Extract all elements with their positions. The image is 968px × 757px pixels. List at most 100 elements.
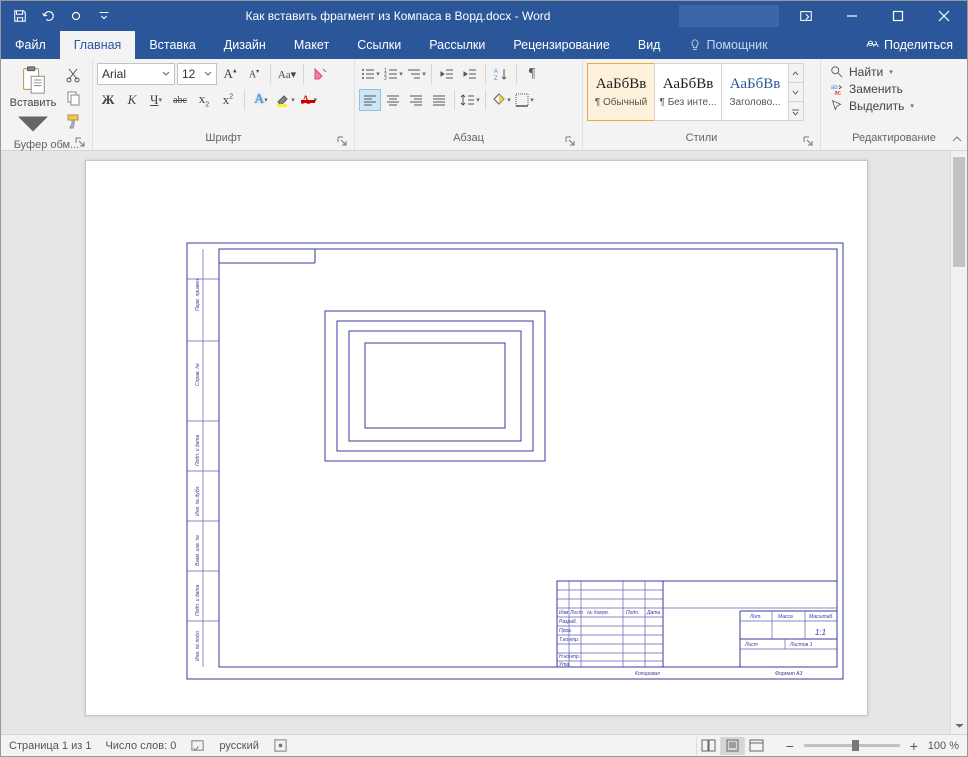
zoom-out-button[interactable]: −	[782, 738, 798, 754]
italic-button[interactable]: К	[121, 89, 143, 111]
line-spacing-button[interactable]: ▾	[459, 89, 481, 111]
style-heading1[interactable]: АаБбВвЗаголово...	[721, 63, 789, 121]
decrease-indent-button[interactable]	[436, 63, 458, 85]
align-justify-button[interactable]	[428, 89, 450, 111]
style-normal[interactable]: АаБбВв¶ Обычный	[587, 63, 655, 121]
account-area[interactable]	[679, 5, 779, 27]
group-paragraph-label: Абзац	[453, 132, 484, 144]
svg-text:Справ. №: Справ. №	[195, 363, 201, 386]
svg-text:Подп. и дата: Подп. и дата	[195, 434, 201, 466]
vertical-scrollbar[interactable]	[950, 151, 967, 734]
paste-label: Вставить	[10, 97, 57, 109]
svg-text:Масса: Масса	[778, 614, 793, 620]
qat-customize-button[interactable]	[91, 3, 117, 29]
find-button[interactable]: Найти▾	[829, 65, 914, 79]
tab-design[interactable]: Дизайн	[210, 31, 280, 59]
tab-mailings[interactable]: Рассылки	[415, 31, 499, 59]
tab-layout[interactable]: Макет	[280, 31, 343, 59]
underline-button[interactable]: Ч▾	[145, 89, 167, 111]
zoom-in-button[interactable]: +	[906, 738, 922, 754]
copy-button[interactable]	[63, 88, 83, 108]
word-count[interactable]: Число слов: 0	[105, 740, 176, 752]
collapse-ribbon-button[interactable]	[951, 133, 963, 148]
tab-insert[interactable]: Вставка	[135, 31, 209, 59]
close-button[interactable]	[921, 1, 967, 31]
svg-text:Подп.: Подп.	[626, 610, 639, 616]
maximize-button[interactable]	[875, 1, 921, 31]
format-painter-button[interactable]	[63, 111, 83, 131]
svg-text:Инв. № дубл.: Инв. № дубл.	[195, 485, 201, 516]
window-controls	[829, 1, 967, 31]
show-marks-button[interactable]: ¶	[521, 63, 543, 85]
multilevel-button[interactable]: ▾	[405, 63, 427, 85]
document-canvas[interactable]: Перв. примен. Справ. № Подп. и дата Инв.…	[1, 151, 950, 734]
numbering-button[interactable]: 123▾	[382, 63, 404, 85]
tab-home[interactable]: Главная	[60, 31, 136, 59]
paste-button[interactable]: Вставить	[5, 63, 61, 139]
paragraph-dialog-launcher[interactable]	[564, 136, 576, 148]
svg-text:Масштаб: Масштаб	[809, 614, 833, 620]
page-indicator[interactable]: Страница 1 из 1	[9, 740, 91, 752]
svg-text:Инв. № подл.: Инв. № подл.	[195, 630, 201, 661]
select-button[interactable]: Выделить▾	[829, 99, 914, 113]
save-button[interactable]	[7, 3, 33, 29]
group-font: Arial 12 A▴ A▾ Aa▾ Ж К Ч▾ abc x2 x2 A▾ ▾…	[93, 59, 355, 150]
subscript-button[interactable]: x2	[193, 89, 215, 111]
font-color-button[interactable]: A▾	[298, 89, 320, 111]
language-button[interactable]: русский	[219, 740, 258, 752]
styles-dialog-launcher[interactable]	[802, 136, 814, 148]
macro-button[interactable]	[273, 738, 288, 753]
align-center-button[interactable]	[382, 89, 404, 111]
tab-review[interactable]: Рецензирование	[499, 31, 624, 59]
replace-button[interactable]: abacЗаменить	[829, 82, 914, 96]
shrink-font-button[interactable]: A▾	[243, 63, 265, 85]
zoom-slider[interactable]	[804, 744, 900, 747]
svg-text:Лист: Лист	[744, 642, 758, 648]
tab-file[interactable]: Файл	[1, 31, 60, 59]
superscript-button[interactable]: x2	[217, 89, 239, 111]
bold-button[interactable]: Ж	[97, 89, 119, 111]
sort-button[interactable]: AZ	[490, 63, 512, 85]
redo-button[interactable]	[63, 3, 89, 29]
svg-text:Копировал: Копировал	[635, 671, 660, 677]
align-right-button[interactable]	[405, 89, 427, 111]
clipboard-dialog-launcher[interactable]	[74, 137, 86, 149]
grow-font-button[interactable]: A▴	[219, 63, 241, 85]
change-case-button[interactable]: Aa▾	[276, 63, 298, 85]
font-size-combo[interactable]: 12	[177, 63, 217, 85]
cut-button[interactable]	[63, 65, 83, 85]
font-dialog-launcher[interactable]	[336, 136, 348, 148]
svg-text:Пров.: Пров.	[559, 628, 572, 634]
styles-gallery[interactable]: АаБбВв¶ Обычный АаБбВв¶ Без инте... АаБб…	[587, 63, 804, 121]
tab-view[interactable]: Вид	[624, 31, 675, 59]
text-effects-button[interactable]: A▾	[250, 89, 272, 111]
share-button[interactable]: Поделиться	[852, 31, 967, 59]
web-layout-button[interactable]	[744, 737, 768, 755]
highlight-button[interactable]: ▾	[274, 89, 296, 111]
scroll-down-button[interactable]	[951, 717, 967, 734]
style-no-spacing[interactable]: АаБбВв¶ Без инте...	[654, 63, 722, 121]
bullets-button[interactable]: ▾	[359, 63, 381, 85]
read-mode-button[interactable]	[696, 737, 720, 755]
scroll-thumb[interactable]	[953, 157, 965, 267]
kompas-drawing-object[interactable]: Перв. примен. Справ. № Подп. и дата Инв.…	[185, 241, 845, 681]
svg-text:Дата: Дата	[646, 610, 660, 616]
minimize-button[interactable]	[829, 1, 875, 31]
ribbon-options-button[interactable]	[783, 1, 829, 31]
zoom-level[interactable]: 100 %	[928, 740, 959, 752]
spelling-button[interactable]	[190, 738, 205, 753]
shading-button[interactable]: ▾	[490, 89, 512, 111]
increase-indent-button[interactable]	[459, 63, 481, 85]
tell-me-button[interactable]: Помощник	[674, 31, 781, 59]
print-layout-button[interactable]	[720, 737, 744, 755]
strike-button[interactable]: abc	[169, 89, 191, 111]
styles-gallery-expand[interactable]	[788, 63, 804, 121]
clear-format-button[interactable]	[309, 63, 331, 85]
font-name-combo[interactable]: Arial	[97, 63, 175, 85]
tab-references[interactable]: Ссылки	[343, 31, 415, 59]
group-styles: АаБбВв¶ Обычный АаБбВв¶ Без инте... АаБб…	[583, 59, 821, 150]
undo-button[interactable]	[35, 3, 61, 29]
align-left-button[interactable]	[359, 89, 381, 111]
svg-text:Листов 1: Листов 1	[789, 642, 813, 648]
borders-button[interactable]: ▾	[513, 89, 535, 111]
